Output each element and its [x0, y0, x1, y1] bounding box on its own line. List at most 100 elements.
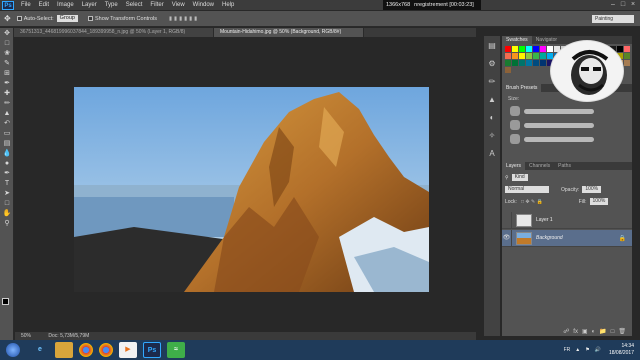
internet-explorer-icon[interactable]: e: [31, 342, 49, 358]
swatch[interactable]: [519, 53, 525, 59]
transform-controls-checkbox[interactable]: [87, 16, 93, 21]
menu-layer[interactable]: Layer: [78, 0, 101, 10]
swatch[interactable]: [519, 46, 525, 52]
mountain-photo[interactable]: [74, 87, 429, 292]
pen-icon[interactable]: ✒: [2, 169, 12, 178]
menu-view[interactable]: View: [168, 0, 189, 10]
visibility-icon[interactable]: [502, 211, 512, 229]
brush-preset[interactable]: [510, 134, 520, 144]
link-icon[interactable]: ☍: [563, 328, 569, 336]
move-tool-icon[interactable]: ✥: [4, 14, 11, 23]
character-icon[interactable]: A: [486, 148, 498, 160]
file-explorer-icon[interactable]: [55, 342, 73, 358]
media-player-icon[interactable]: ▶: [119, 342, 137, 358]
tab-channels[interactable]: Channels: [525, 162, 554, 170]
blend-mode-dropdown[interactable]: Normal: [505, 186, 549, 193]
tab-navigator[interactable]: Navigator: [532, 36, 561, 44]
menu-type[interactable]: Type: [101, 0, 122, 10]
tab-brush-presets[interactable]: Brush Presets: [502, 84, 542, 92]
zoom-level[interactable]: 50%: [21, 333, 31, 339]
brush-settings-icon[interactable]: ✏: [486, 76, 498, 88]
maximize-icon[interactable]: □: [618, 0, 628, 10]
swatch[interactable]: [624, 60, 630, 66]
brush-icon[interactable]: ✏: [2, 99, 12, 108]
auto-select-dropdown[interactable]: Group: [56, 15, 78, 22]
windows-start-icon[interactable]: [6, 343, 20, 357]
lasso-icon[interactable]: ❀: [2, 49, 12, 58]
swatch[interactable]: [540, 46, 546, 52]
swatch[interactable]: [505, 53, 511, 59]
document-tab[interactable]: 36751313_446819996037844_189399958_n.jpg…: [14, 28, 214, 37]
chrome-icon[interactable]: [99, 343, 113, 357]
swatch[interactable]: [547, 46, 553, 52]
marquee-icon[interactable]: □: [2, 39, 12, 48]
document-tab-active[interactable]: Mountain-Hidahimo.jpg @ 50% (Background,…: [214, 28, 364, 37]
layer-row[interactable]: Layer 1: [502, 211, 632, 229]
flag-icon[interactable]: ⚑: [585, 347, 589, 353]
hand-icon[interactable]: ✋: [2, 209, 12, 218]
arrow-up-icon[interactable]: ▲: [575, 347, 580, 353]
swatch[interactable]: [526, 60, 532, 66]
tab-swatches[interactable]: Swatches: [502, 36, 532, 44]
menu-edit[interactable]: Edit: [35, 0, 53, 10]
shape-icon[interactable]: □: [2, 199, 12, 208]
auto-select-option[interactable]: Auto-Select: Group: [16, 15, 78, 22]
swatch[interactable]: [533, 53, 539, 59]
layer-name[interactable]: Background: [536, 235, 563, 241]
eyedropper-icon[interactable]: ✒: [2, 79, 12, 88]
properties-icon[interactable]: ⚙: [486, 58, 498, 70]
photoshop-taskbar-icon[interactable]: Ps: [143, 342, 161, 358]
chrome-icon[interactable]: [79, 343, 93, 357]
menu-window[interactable]: Window: [189, 0, 218, 10]
swatch[interactable]: [512, 60, 518, 66]
menu-image[interactable]: Image: [53, 0, 78, 10]
tab-paths[interactable]: Paths: [554, 162, 575, 170]
swatch[interactable]: [505, 46, 511, 52]
move-icon[interactable]: ✥: [2, 29, 12, 38]
quick-select-icon[interactable]: ✎: [2, 59, 12, 68]
minimize-icon[interactable]: –: [608, 0, 618, 10]
healing-icon[interactable]: ✚: [2, 89, 12, 98]
swatch[interactable]: [533, 46, 539, 52]
fill-input[interactable]: 100%: [589, 198, 609, 205]
fx-icon[interactable]: fx: [573, 328, 578, 336]
swatch[interactable]: [540, 53, 546, 59]
blur-icon[interactable]: 💧: [2, 149, 12, 158]
mask-icon[interactable]: ▣: [582, 328, 588, 336]
adjustments-icon[interactable]: ◐: [486, 112, 498, 124]
auto-select-checkbox[interactable]: [16, 16, 22, 21]
clone-stamp-icon[interactable]: ▲: [2, 109, 12, 118]
swatch[interactable]: [526, 46, 532, 52]
swatch[interactable]: [519, 60, 525, 66]
layer-name[interactable]: Layer 1: [536, 217, 553, 223]
swatch[interactable]: [505, 67, 511, 73]
new-layer-icon[interactable]: □: [611, 328, 615, 336]
history-icon[interactable]: ▤: [486, 40, 498, 52]
opacity-input[interactable]: 100%: [582, 186, 602, 193]
zoom-icon[interactable]: ⚲: [2, 219, 12, 228]
workspace-dropdown[interactable]: Painting: [592, 15, 634, 23]
crop-icon[interactable]: ⊞: [2, 69, 12, 78]
clock[interactable]: 14:34 18/08/2017: [609, 343, 634, 357]
dodge-icon[interactable]: ●: [2, 159, 12, 168]
menu-help[interactable]: Help: [218, 0, 238, 10]
swatch[interactable]: [526, 53, 532, 59]
adjustment-icon[interactable]: ◐: [592, 328, 596, 336]
close-icon[interactable]: ×: [628, 0, 638, 10]
eye-icon[interactable]: 👁: [502, 229, 512, 247]
clone-source-icon[interactable]: ▲: [486, 94, 498, 106]
gradient-icon[interactable]: ▤: [2, 139, 12, 148]
volume-icon[interactable]: 🔊: [595, 347, 601, 353]
menu-filter[interactable]: Filter: [146, 0, 167, 10]
brush-preset[interactable]: [510, 120, 520, 130]
foreground-color-swatch[interactable]: [2, 298, 9, 305]
trash-icon[interactable]: 🗑: [618, 328, 626, 336]
menu-select[interactable]: Select: [122, 0, 147, 10]
eraser-icon[interactable]: ▭: [2, 129, 12, 138]
swatch[interactable]: [533, 60, 539, 66]
styles-icon[interactable]: ✧: [486, 130, 498, 142]
swatch[interactable]: [540, 60, 546, 66]
type-icon[interactable]: T: [2, 179, 12, 188]
swatch[interactable]: [624, 46, 630, 52]
swatch[interactable]: [505, 60, 511, 66]
